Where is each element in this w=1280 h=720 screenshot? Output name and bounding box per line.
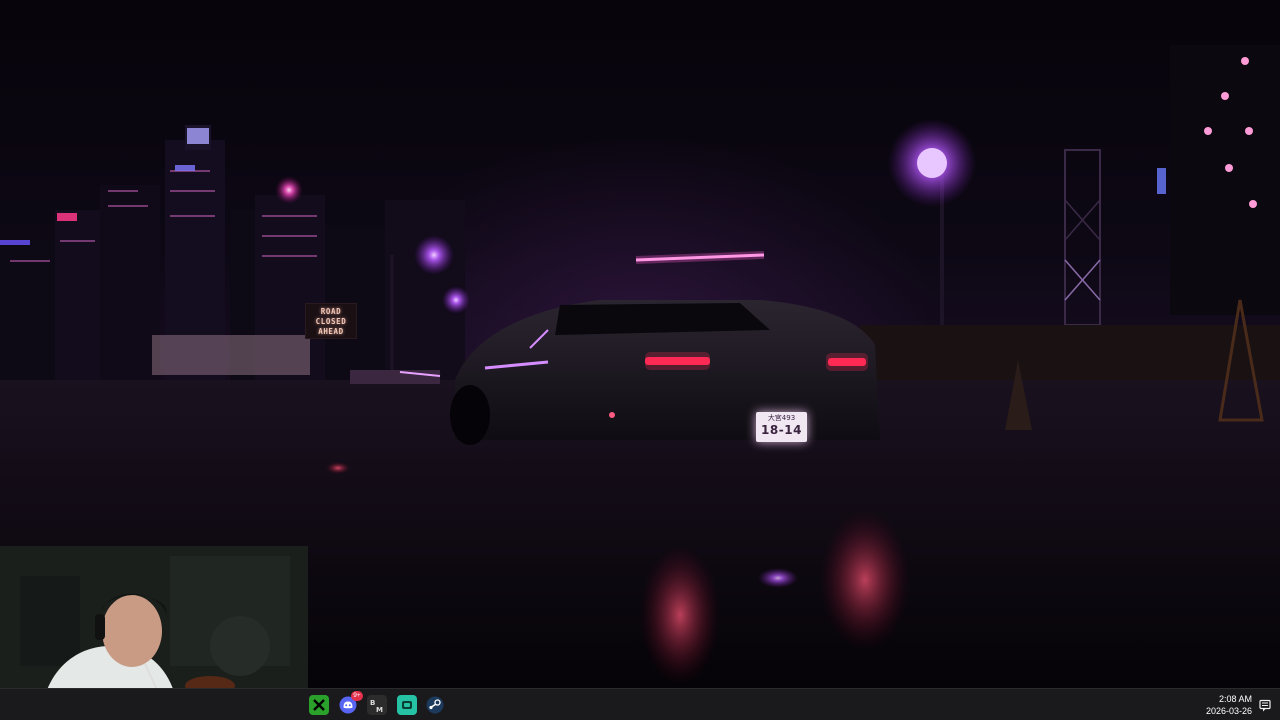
license-plate: 大宮493 18-14 bbox=[756, 412, 807, 442]
steam-glyph bbox=[426, 696, 444, 714]
road-closed-sign: ROAD CLOSED AHEAD bbox=[305, 303, 357, 339]
notification-glyph bbox=[1259, 699, 1271, 712]
desktop-screen: ROAD CLOSED AHEAD 大宮493 18-14 9+ B M 2:0… bbox=[0, 0, 1280, 720]
discord-icon[interactable]: 9+ bbox=[338, 691, 363, 715]
sign-line-3: AHEAD bbox=[318, 327, 344, 336]
svg-text:M: M bbox=[376, 706, 383, 713]
plate-region: 大宮493 bbox=[767, 414, 796, 422]
car bbox=[450, 300, 880, 445]
bm-glyph: B M bbox=[370, 699, 383, 713]
svg-text:B: B bbox=[370, 699, 375, 707]
taskbar: 9+ B M 2:08 AM 2026-03-26 bbox=[0, 688, 1280, 720]
sign-line-2: CLOSED bbox=[315, 317, 347, 326]
sign-line-1: ROAD bbox=[320, 307, 342, 316]
bm-icon[interactable]: B M bbox=[367, 695, 387, 715]
xbox-glyph bbox=[313, 699, 325, 711]
discord-badge: 9+ bbox=[351, 691, 363, 701]
system-clock[interactable]: 2:08 AM 2026-03-26 bbox=[1206, 693, 1252, 717]
clock-time: 2:08 AM bbox=[1218, 694, 1252, 704]
controller-glyph bbox=[402, 701, 412, 709]
xbox-icon[interactable] bbox=[309, 695, 329, 715]
notification-icon[interactable] bbox=[1258, 698, 1272, 712]
clock-date: 2026-03-26 bbox=[1205, 706, 1252, 716]
plate-number: 18-14 bbox=[761, 423, 802, 437]
steam-icon[interactable] bbox=[425, 695, 445, 715]
controller-icon[interactable] bbox=[397, 695, 417, 715]
